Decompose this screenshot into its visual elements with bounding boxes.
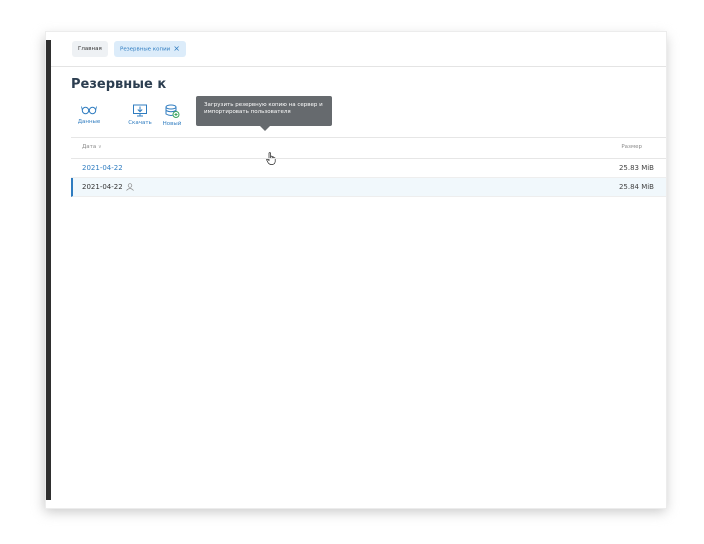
breadcrumb-backups[interactable]: Резервные копии × [114,41,186,57]
tooltip-arrow [260,126,270,131]
download-icon [133,104,147,117]
breadcrumb-backups-label: Резервные копии [120,46,171,53]
page-title: Резервные к [71,77,167,92]
new-button-label: Новый [162,121,182,127]
database-add-icon [165,104,180,118]
backup-date-label: 2021-04-22 [82,183,123,191]
app-window: Главная Резервные копии × Резервные к Дан… [46,32,666,508]
user-icon [125,183,134,191]
backups-table: Дата ∨ Размер 2021-04-22 25.83 MiB 2021-… [71,137,666,197]
breadcrumb-home-label: Главная [78,46,102,52]
column-header-size[interactable]: Размер [621,144,642,150]
backup-date-link[interactable]: 2021-04-22 [82,164,123,172]
column-header-date-label: Дата [82,144,97,150]
download-button-label: Скачать [128,120,152,126]
chevron-down-icon: ∨ [98,144,102,150]
glasses-icon [81,106,97,115]
download-button[interactable]: Скачать [125,104,155,136]
data-button[interactable]: Данные [76,104,102,136]
data-button-label: Данные [77,119,101,125]
breadcrumb-home[interactable]: Главная [72,41,108,57]
column-header-date[interactable]: Дата ∨ [82,144,102,150]
backup-size: 25.84 MiB [618,183,654,191]
close-icon[interactable]: × [173,44,180,53]
table-row-selected[interactable]: 2021-04-22 25.84 MiB [71,178,666,197]
top-bar: Главная Резервные копии × [51,32,666,67]
backup-date: 2021-04-22 [82,183,134,191]
new-button[interactable]: Новый [158,104,186,136]
left-edge-strip [46,40,51,500]
backup-size: 25.83 MiB [618,164,654,172]
table-row[interactable]: 2021-04-22 25.83 MiB [71,159,666,178]
import-tooltip: Загрузить резервную копию на сервер и им… [196,96,332,126]
table-header: Дата ∨ Размер [71,137,666,159]
